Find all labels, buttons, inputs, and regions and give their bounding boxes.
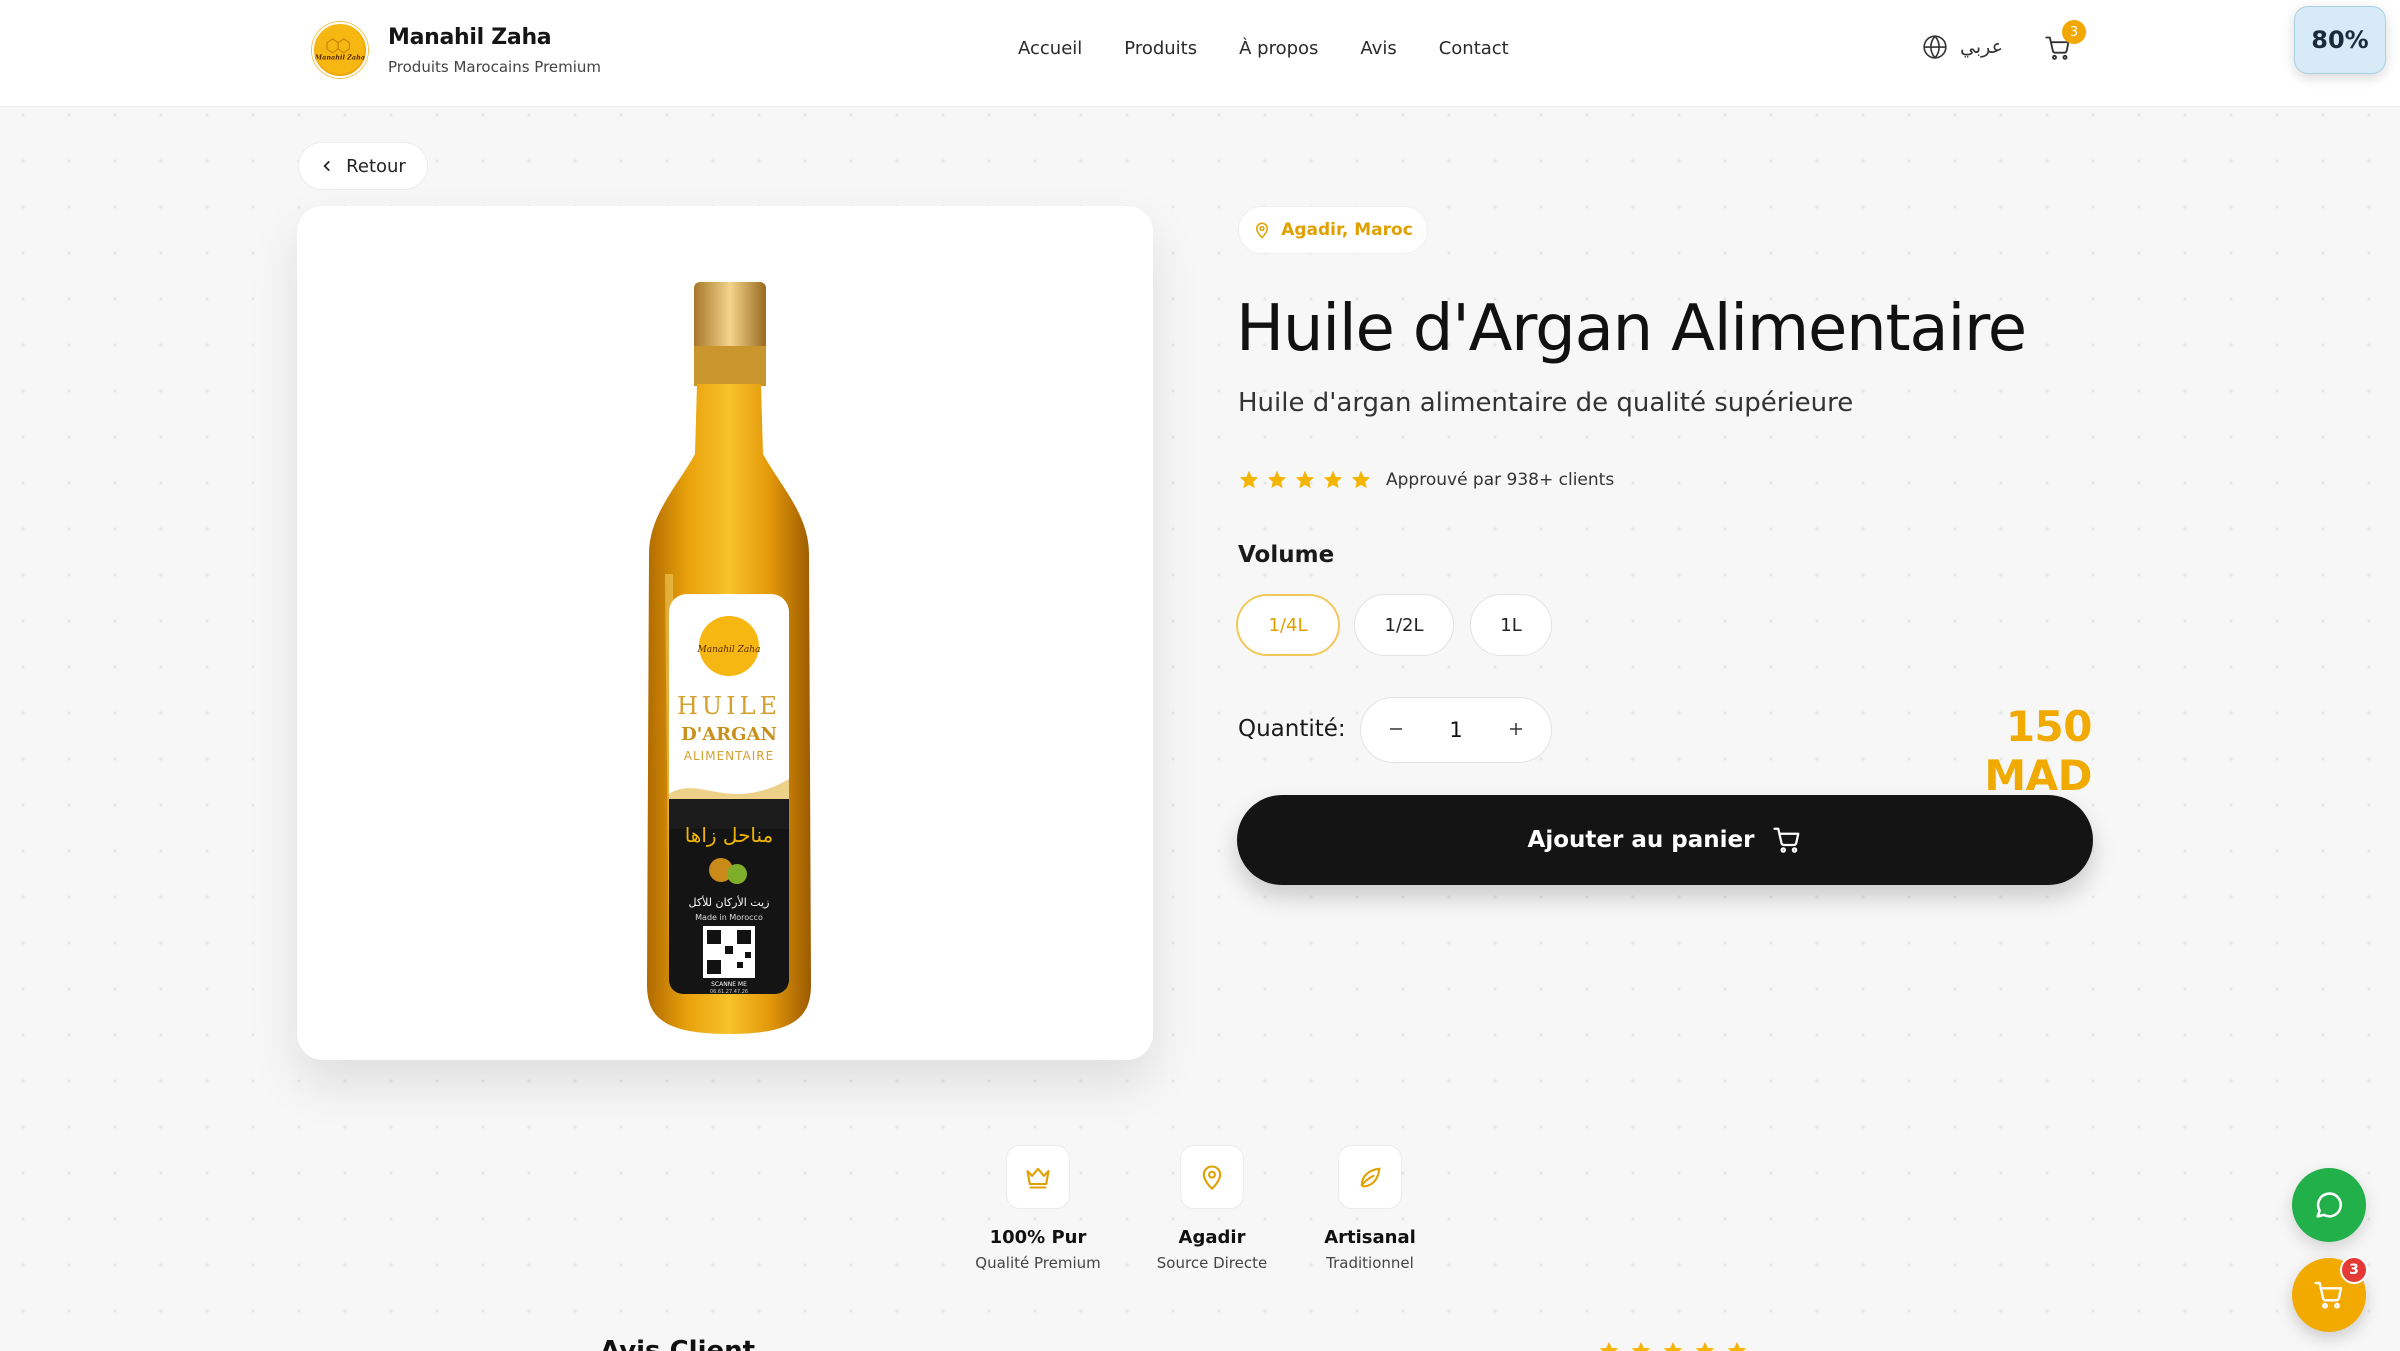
language-switcher[interactable]: عربي [1922,34,2003,60]
feature-subtitle: Traditionnel [1326,1254,1414,1272]
feature-origin: Agadir Source Directe [1137,1145,1287,1272]
globe-icon [1923,34,1947,60]
volume-option-one-liter[interactable]: 1L [1470,594,1552,656]
back-button[interactable]: Retour [298,142,428,190]
star-icon [1239,470,1259,489]
brand-logo: Manahil Zaha [312,22,368,78]
star-icon [1631,1341,1651,1351]
rating-stars [1238,469,1372,491]
nav-accueil[interactable]: Accueil [1018,38,1082,59]
feature-subtitle: Source Directe [1156,1254,1268,1272]
add-to-cart-button[interactable]: Ajouter au panier [1237,795,2093,885]
feature-subtitle: Qualité Premium [975,1254,1101,1272]
svg-text:Manahil Zaha: Manahil Zaha [697,645,761,655]
svg-text:ALIMENTAIRE: ALIMENTAIRE [684,749,774,763]
plus-icon [1510,723,1522,735]
svg-text:SCANNE ME: SCANNE ME [711,981,747,988]
svg-text:D'ARGAN: D'ARGAN [681,724,777,745]
feature-purity: 100% Pur Qualité Premium [963,1145,1113,1272]
svg-text:06.61.27.47.26: 06.61.27.47.26 [710,989,748,995]
leaf-icon [1360,1167,1381,1188]
star-icon [1599,1341,1619,1351]
whatsapp-chat-button[interactable] [2292,1168,2366,1242]
feature-artisanal: Artisanal Traditionnel [1295,1145,1445,1272]
cart-icon [1773,827,1800,853]
cart-icon [2314,1281,2343,1309]
star-icon [1663,1341,1683,1351]
decrease-quantity-button[interactable] [1381,715,1411,745]
minus-icon [1390,728,1402,730]
map-pin-icon [1256,222,1269,239]
product-image-card[interactable]: Manahil Zaha HUILE D'ARGAN ALIMENTAIRE م… [297,206,1153,1060]
quantity-stepper: 1 [1360,697,1552,763]
product-subtitle: Huile d'argan alimentaire de qualité sup… [1238,388,1854,418]
main-nav: Accueil Produits À propos Avis Contact [1018,38,1509,59]
star-icon [1727,1341,1747,1351]
nav-a-propos[interactable]: À propos [1239,38,1318,59]
map-pin-icon [1202,1165,1222,1191]
quantity-value[interactable]: 1 [1449,718,1462,742]
header-cart-button[interactable]: 3 [2044,20,2086,64]
zoom-indicator[interactable]: 80% [2294,6,2386,74]
star-icon [1351,470,1371,489]
star-icon [1295,470,1315,489]
feature-title: Artisanal [1324,1227,1416,1248]
brand-subtitle: Produits Marocains Premium [388,57,602,76]
floating-cart-count-badge: 3 [2340,1256,2368,1284]
chevron-left-icon [323,161,330,171]
nav-produits[interactable]: Produits [1124,38,1197,59]
feature-title: 100% Pur [989,1227,1087,1248]
cart-count-badge: 3 [2062,20,2086,44]
approval-text: Approuvé par 938+ clients [1386,470,1615,490]
site-header: Manahil Zaha Manahil Zaha Produits Maroc… [0,0,2400,107]
volume-option-half-liter[interactable]: 1/2L [1354,594,1454,656]
origin-label: Agadir, Maroc [1281,220,1413,240]
add-to-cart-label: Ajouter au panier [1527,827,1755,853]
star-icon [1267,470,1287,489]
product-price: 150 MAD [1984,702,2092,800]
volume-label: Volume [1238,542,1335,568]
crown-icon [1026,1167,1050,1189]
svg-text:Manahil Zaha: Manahil Zaha [314,53,365,61]
reviews-heading: Avis Client [600,1336,756,1351]
back-label: Retour [346,155,406,177]
feature-title: Agadir [1178,1227,1246,1248]
origin-badge: Agadir, Maroc [1238,206,1428,254]
product-image: Manahil Zaha HUILE D'ARGAN ALIMENTAIRE م… [647,282,811,1034]
nav-contact[interactable]: Contact [1439,38,1509,59]
svg-text:زيت الأركان للأكل: زيت الأركان للأكل [689,895,770,909]
star-icon [1323,470,1343,489]
svg-text:HUILE: HUILE [677,692,781,720]
product-title: Huile d'Argan Alimentaire [1236,292,2027,366]
brand[interactable]: Manahil Zaha Manahil Zaha Produits Maroc… [312,22,601,78]
reviews-stars [1598,1340,1748,1351]
star-icon [1695,1341,1715,1351]
quantity-label: Quantité: [1238,716,1346,742]
brand-name: Manahil Zaha [388,24,552,50]
floating-cart-button[interactable]: 3 [2292,1256,2368,1332]
volume-option-quarter-liter[interactable]: 1/4L [1236,594,1340,656]
svg-text:Made in Morocco: Made in Morocco [695,913,763,922]
language-label: عربي [1960,36,2003,58]
svg-text:مناحل زاها: مناحل زاها [685,823,774,847]
chat-bubble-icon [2316,1192,2343,1218]
increase-quantity-button[interactable] [1501,715,1531,745]
nav-avis[interactable]: Avis [1360,38,1396,59]
